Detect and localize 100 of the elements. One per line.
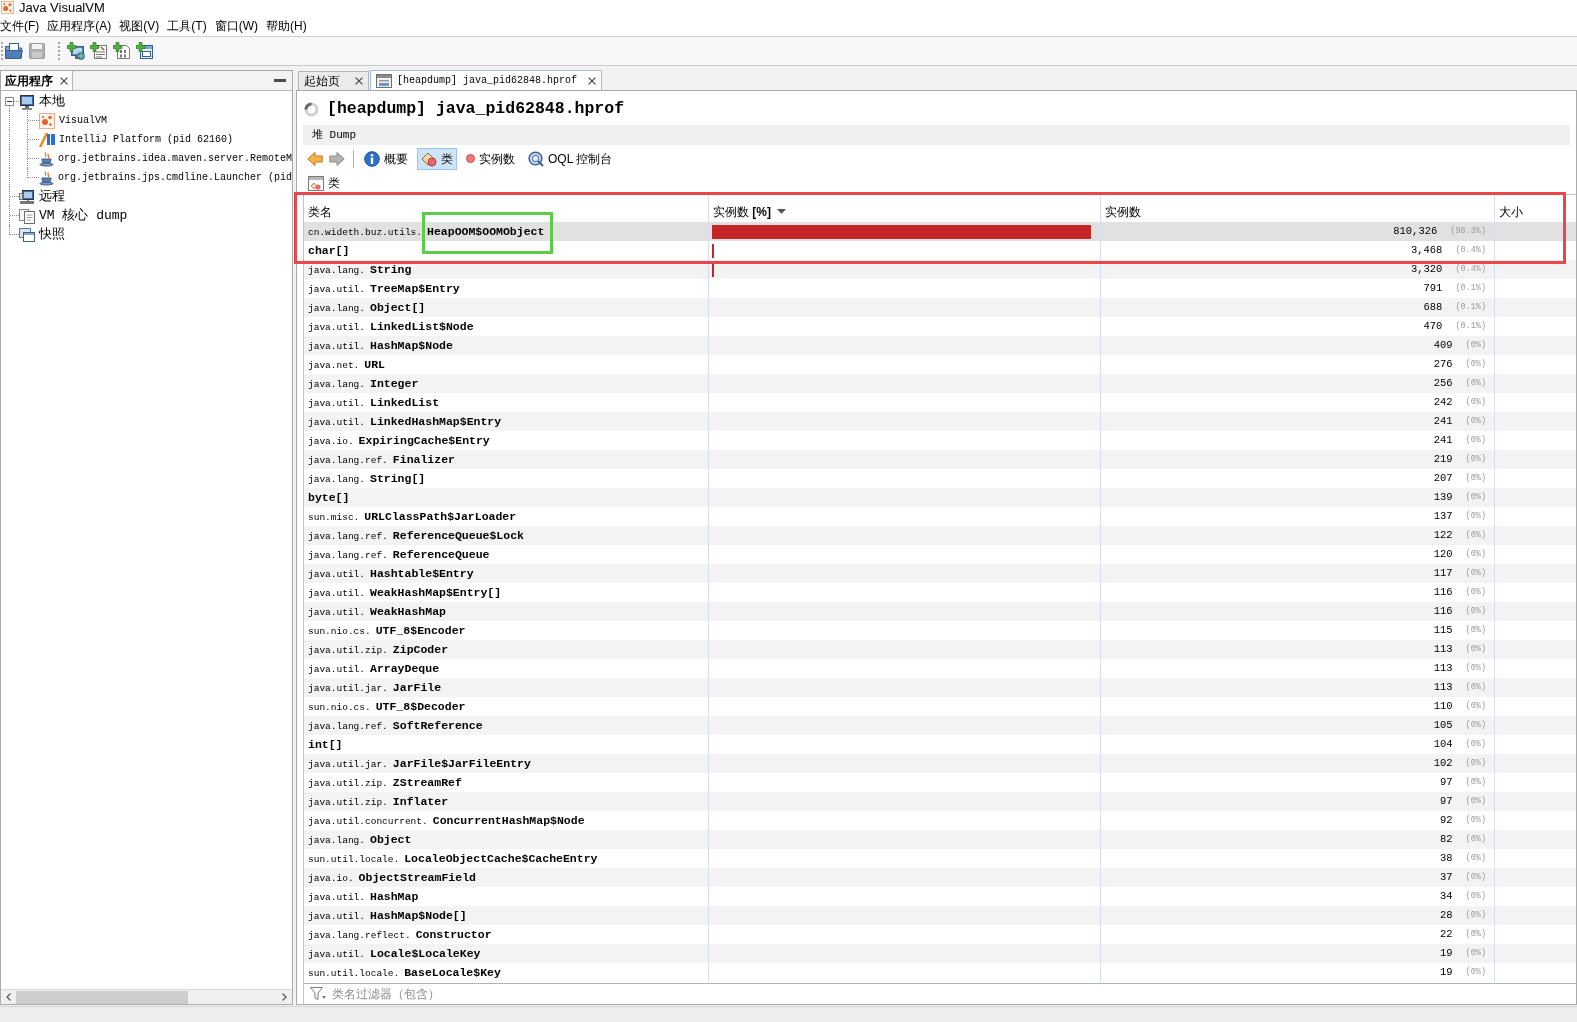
table-row[interactable]: java.util.jar.JarFile$JarFileEntry 102 (0%) bbox=[304, 754, 1576, 773]
table-row[interactable]: java.io.ObjectStreamField 37 (0%) bbox=[304, 868, 1576, 887]
table-row[interactable]: java.util.HashMap$Node 409 (0%) bbox=[304, 336, 1576, 355]
table-row[interactable]: java.lang.ref.Finalizer 219 (0%) bbox=[304, 450, 1576, 469]
instance-count: 137 bbox=[1433, 511, 1453, 522]
class-name: java.util.ArrayDeque bbox=[308, 662, 440, 675]
table-row[interactable]: java.util.WeakHashMap 116 (0%) bbox=[304, 602, 1576, 621]
table-row[interactable]: java.lang.ref.ReferenceQueue$Lock 122 (0%) bbox=[304, 526, 1576, 545]
table-row[interactable]: java.util.Locale$LocaleKey 19 (0%) bbox=[304, 944, 1576, 963]
tree-item[interactable]: org.jetbrains.idea.maven.server.RemoteM bbox=[57, 153, 292, 164]
view-tab-button[interactable]: 类 bbox=[417, 147, 457, 170]
class-name: java.lang.Integer bbox=[308, 377, 419, 390]
close-icon[interactable] bbox=[355, 77, 363, 85]
menu-item[interactable]: 文件(F) bbox=[0, 19, 40, 32]
tab-label: [heapdump] java_pid62848.hprof bbox=[397, 75, 578, 86]
instance-percent: (0%) bbox=[1465, 417, 1486, 426]
instance-count: 3,320 bbox=[1410, 264, 1443, 275]
class-name: java.lang.Object[] bbox=[308, 301, 426, 314]
column-header[interactable]: 实例数 bbox=[1105, 205, 1141, 218]
menu-item[interactable]: 视图(V) bbox=[119, 19, 160, 32]
class-name: java.util.Locale$LocaleKey bbox=[308, 947, 481, 960]
add-monitor-icon[interactable] bbox=[67, 42, 85, 60]
table-row[interactable]: byte[] 139 (0%) bbox=[304, 488, 1576, 507]
column-header[interactable]: 实例数 [%] bbox=[713, 205, 786, 218]
filter-field[interactable]: 类名过滤器（包含） bbox=[332, 985, 652, 1003]
instance-count: 38 bbox=[1440, 853, 1453, 864]
instance-count: 113 bbox=[1433, 644, 1453, 655]
class-name: java.util.LinkedList bbox=[308, 396, 440, 409]
table-row[interactable]: java.util.HashMap$Node[] 28 (0%) bbox=[304, 906, 1576, 925]
view-tab-button[interactable]: OQL 控制台 bbox=[524, 147, 617, 170]
tree-item[interactable]: VM 核心 dump bbox=[39, 209, 128, 222]
instance-percent: (0%) bbox=[1465, 398, 1486, 407]
instance-count: 117 bbox=[1433, 568, 1453, 579]
instance-count: 139 bbox=[1433, 492, 1453, 503]
horizontal-scrollbar[interactable] bbox=[1, 989, 292, 1004]
instance-count: 92 bbox=[1440, 815, 1453, 826]
menu-item[interactable]: 帮助(H) bbox=[266, 19, 307, 32]
instance-count: 122 bbox=[1433, 530, 1453, 541]
class-name: java.util.HashMap bbox=[308, 890, 419, 903]
table-row[interactable]: java.lang.ref.SoftReference 105 (0%) bbox=[304, 716, 1576, 735]
class-name: java.io.ExpiringCache$Entry bbox=[308, 434, 490, 447]
instance-count: 219 bbox=[1433, 454, 1453, 465]
collapse-toggle-icon[interactable] bbox=[5, 97, 14, 106]
view-tab-button[interactable]: 概要 bbox=[360, 147, 412, 170]
back-arrow-icon[interactable] bbox=[307, 150, 323, 167]
table-row[interactable]: java.lang.Integer 256 (0%) bbox=[304, 374, 1576, 393]
shapes-icon bbox=[421, 150, 437, 167]
table-row[interactable]: java.lang.Object[] 688 (0.1%) bbox=[304, 298, 1576, 317]
tree-item[interactable]: 快照 bbox=[39, 228, 65, 241]
table-row[interactable]: java.lang.Object 82 (0%) bbox=[304, 830, 1576, 849]
class-name: java.util.jar.JarFile bbox=[308, 681, 442, 694]
table-row[interactable]: java.util.LinkedHashMap$Entry 241 (0%) bbox=[304, 412, 1576, 431]
table-row[interactable]: cn.wideth.buz.utils.HeapOOM$OOMObject 810,326 (98.3%) bbox=[304, 222, 1576, 241]
column-header[interactable]: 大小 bbox=[1499, 205, 1523, 218]
add-document-icon[interactable] bbox=[90, 42, 108, 60]
tree-item[interactable]: VisualVM bbox=[59, 115, 107, 126]
menu-item[interactable]: 应用程序(A) bbox=[47, 19, 112, 32]
instance-count: 688 bbox=[1423, 302, 1443, 313]
menu-item[interactable]: 工具(T) bbox=[167, 19, 207, 32]
class-name: sun.nio.cs.UTF_8$Decoder bbox=[308, 700, 466, 713]
add-window-icon[interactable] bbox=[136, 42, 154, 60]
tree-item[interactable]: org.jetbrains.jps.cmdline.Launcher (pid bbox=[57, 172, 292, 183]
class-name: sun.nio.cs.UTF_8$Encoder bbox=[308, 624, 466, 637]
table-row[interactable]: java.util.Hashtable$Entry 117 (0%) bbox=[304, 564, 1576, 583]
instance-percent: (0.1%) bbox=[1455, 284, 1486, 293]
view-tab-button[interactable]: 实例数 bbox=[462, 147, 519, 170]
instance-percent: (0%) bbox=[1465, 759, 1486, 768]
close-icon[interactable] bbox=[60, 76, 68, 85]
class-name: java.util.LinkedHashMap$Entry bbox=[308, 415, 502, 428]
instance-percent: (0%) bbox=[1465, 721, 1486, 730]
class-name: java.lang.ref.ReferenceQueue$Lock bbox=[308, 529, 524, 542]
tree-item[interactable]: 本地 bbox=[39, 95, 65, 108]
column-header[interactable]: 类名 bbox=[308, 205, 332, 218]
tree-item[interactable]: IntelliJ Platform (pid 62160) bbox=[59, 134, 234, 145]
table-row[interactable]: java.util.zip.Inflater 97 (0%) bbox=[304, 792, 1576, 811]
panel-tab[interactable]: 应用程序 bbox=[1, 71, 73, 90]
instance-count: 241 bbox=[1433, 416, 1453, 427]
tree-item[interactable]: 远程 bbox=[39, 190, 65, 203]
class-table-icon bbox=[308, 175, 324, 191]
chevron-left-icon bbox=[6, 993, 11, 1001]
editor-tab[interactable]: 起始页 bbox=[298, 71, 369, 90]
editor-tab[interactable]: [heapdump] java_pid62848.hprof bbox=[370, 70, 603, 90]
instance-percent: (0%) bbox=[1465, 436, 1486, 445]
coffee-cup-icon bbox=[39, 150, 54, 167]
close-icon[interactable] bbox=[588, 76, 597, 85]
add-document-icon[interactable] bbox=[113, 42, 131, 60]
open-folder-icon[interactable] bbox=[5, 42, 23, 60]
instance-percent: (0%) bbox=[1465, 683, 1486, 692]
scrollbar-thumb[interactable] bbox=[16, 990, 188, 1004]
table-row[interactable]: java.util.zip.ZipCoder 113 (0%) bbox=[304, 640, 1576, 659]
class-name: int[] bbox=[308, 738, 343, 751]
filter-icon[interactable] bbox=[310, 987, 327, 1001]
instance-percent: (0%) bbox=[1465, 740, 1486, 749]
instance-percent: (0%) bbox=[1465, 455, 1486, 464]
instance-count: 116 bbox=[1433, 606, 1453, 617]
menu-item[interactable]: 窗口(W) bbox=[214, 19, 258, 32]
table-row[interactable]: java.util.jar.JarFile 113 (0%) bbox=[304, 678, 1576, 697]
class-name: java.util.HashMap$Node[] bbox=[308, 909, 467, 922]
table-row[interactable]: java.lang.String 3,320 (0.4%) bbox=[304, 260, 1576, 279]
instance-count: 120 bbox=[1433, 549, 1453, 560]
